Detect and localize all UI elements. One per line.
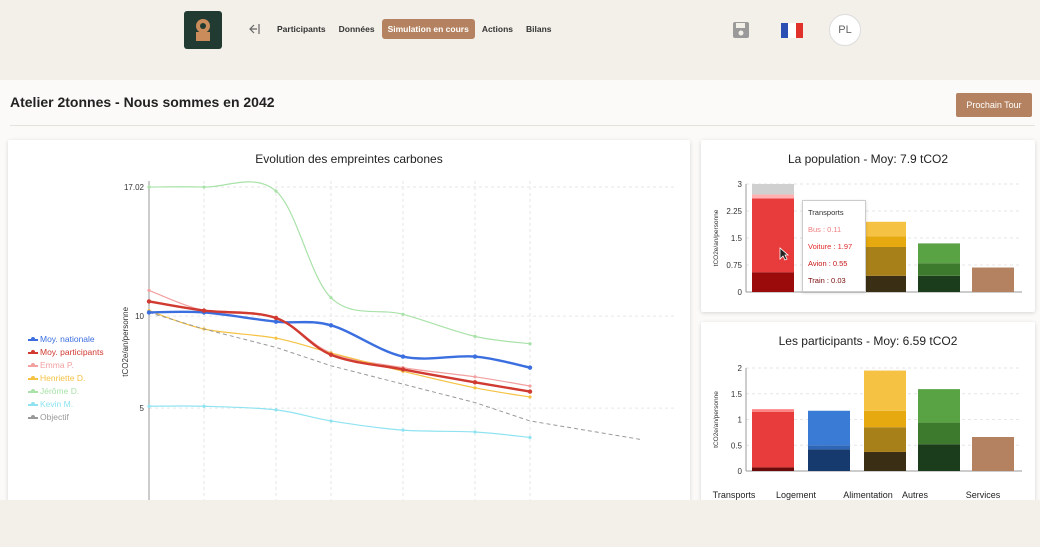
back-icon[interactable] (245, 21, 261, 37)
legend-item[interactable]: Moy. nationale (28, 333, 104, 346)
legend-marker-icon (28, 336, 38, 341)
legend-marker-icon (28, 375, 38, 380)
tooltip-entry-bus: Bus : 0.11 (808, 225, 842, 234)
bottom-strip (0, 500, 1040, 547)
top-navigation-bar: Participants Données Simulation en cours… (0, 0, 1040, 78)
legend-label: Henriette D. (40, 373, 86, 383)
nav-donnees[interactable]: Données (333, 19, 381, 39)
logo-icon (196, 19, 210, 41)
legend-item[interactable]: Kevin M. (28, 398, 104, 411)
legend-item[interactable]: Moy. participants (28, 346, 104, 359)
legend-label: Moy. nationale (40, 334, 95, 344)
tooltip-title: Transports (808, 208, 844, 217)
legend-label: Jérôme D. (40, 386, 80, 396)
legend-item[interactable]: Jérôme D. (28, 385, 104, 398)
legend-marker-icon (28, 401, 38, 406)
nav-simulation-en-cours[interactable]: Simulation en cours (381, 19, 475, 39)
nav-participants[interactable]: Participants (271, 19, 332, 39)
main-nav: Participants Données Simulation en cours… (245, 17, 559, 41)
app-logo[interactable] (184, 11, 222, 49)
mouse-cursor-icon (779, 247, 789, 261)
legend-item[interactable]: Emma P. (28, 359, 104, 372)
legend-label: Emma P. (40, 360, 74, 370)
legend-label: Moy. participants (40, 347, 104, 357)
transport-tooltip: Transports Bus : 0.11 Voiture : 1.97 Avi… (802, 200, 866, 292)
population-chart-panel: La population - Moy: 7.9 tCO2 (701, 140, 1035, 312)
french-flag-icon[interactable] (781, 23, 803, 38)
nav-bilans[interactable]: Bilans (520, 19, 558, 39)
line-chart-legend: Moy. nationale Moy. participants Emma P. He… (28, 333, 104, 424)
legend-item[interactable]: Objectif (28, 411, 104, 424)
legend-marker-icon (28, 414, 38, 419)
tooltip-entry-voiture: Voiture : 1.97 (808, 242, 853, 251)
evolution-chart-title: Evolution des empreintes carbones (255, 152, 443, 166)
tooltip-entry-train: Train : 0.03 (808, 276, 846, 285)
evolution-chart-panel: Evolution des empreintes carbones (8, 140, 690, 505)
legend-marker-icon (28, 362, 38, 367)
legend-label: Kevin M. (40, 399, 74, 409)
user-avatar[interactable]: PL (829, 14, 861, 46)
population-chart-title: La population - Moy: 7.9 tCO2 (787, 152, 949, 166)
participants-chart-panel: Les participants - Moy: 6.59 tCO2 (701, 322, 1035, 507)
save-icon[interactable] (731, 20, 751, 40)
legend-item[interactable]: Henriette D. (28, 372, 104, 385)
legend-label: Objectif (40, 412, 69, 422)
legend-marker-icon (28, 349, 38, 354)
legend-marker-icon (28, 388, 38, 393)
next-turn-button[interactable]: Prochain Tour (956, 93, 1032, 117)
nav-actions[interactable]: Actions (476, 19, 519, 39)
tooltip-entry-avion: Avion : 0.55 (808, 259, 848, 268)
page-title: Atelier 2tonnes - Nous sommes en 2042 (10, 94, 275, 110)
divider (10, 125, 1035, 126)
participants-chart-title: Les participants - Moy: 6.59 tCO2 (778, 334, 958, 348)
